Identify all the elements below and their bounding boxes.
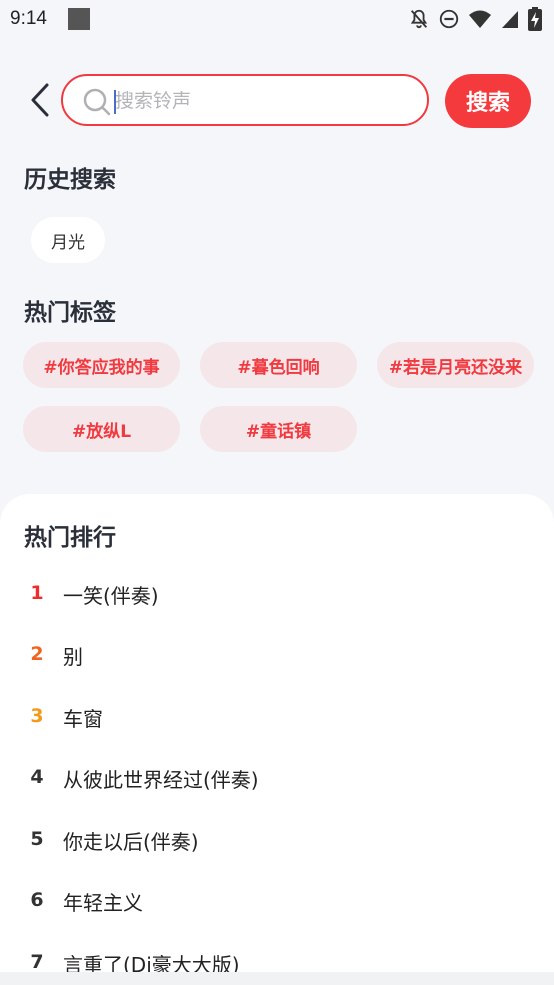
signal-icon bbox=[500, 8, 520, 30]
rank-song-name: 别 bbox=[63, 645, 83, 669]
back-arrow-icon bbox=[30, 83, 50, 121]
search-icon bbox=[83, 88, 111, 116]
ranking-row[interactable]: 1 一笑(伴奏) bbox=[0, 572, 554, 616]
ranking-row[interactable]: 4 从彼此世界经过(伴奏) bbox=[0, 756, 554, 800]
ranking-row[interactable]: 5 你走以后(伴奏) bbox=[0, 818, 554, 862]
history-title: 历史搜索 bbox=[24, 167, 116, 193]
ranking-row[interactable]: 3 车窗 bbox=[0, 695, 554, 739]
do-not-disturb-icon bbox=[438, 8, 460, 30]
search-button[interactable]: 搜索 bbox=[445, 74, 531, 128]
wifi-icon bbox=[468, 8, 492, 30]
ranking-row[interactable]: 7 言重了(Dj豪大大版) bbox=[0, 941, 554, 972]
rank-number: 2 bbox=[30, 643, 44, 665]
tag-chip[interactable]: #放纵L bbox=[23, 406, 180, 452]
rank-song-name: 一笑(伴奏) bbox=[63, 584, 159, 608]
rank-number: 7 bbox=[30, 951, 44, 972]
status-bar: 9:14 bbox=[0, 0, 554, 40]
rank-number: 6 bbox=[30, 889, 44, 911]
ranking-title: 热门排行 bbox=[24, 525, 116, 551]
notifications-off-icon bbox=[408, 8, 430, 30]
status-icons bbox=[408, 7, 542, 31]
tag-chip[interactable]: #童话镇 bbox=[200, 406, 357, 452]
rank-number: 4 bbox=[30, 766, 44, 788]
rank-song-name: 车窗 bbox=[63, 707, 103, 731]
text-cursor bbox=[114, 90, 116, 114]
history-chip[interactable]: 月光 bbox=[31, 217, 105, 263]
hot-tags-title: 热门标签 bbox=[24, 300, 116, 326]
rank-song-name: 年轻主义 bbox=[63, 891, 143, 915]
ranking-row[interactable]: 6 年轻主义 bbox=[0, 879, 554, 923]
status-time: 9:14 bbox=[10, 8, 47, 29]
tag-chip[interactable]: #若是月亮还没来 bbox=[377, 342, 534, 388]
rank-song-name: 从彼此世界经过(伴奏) bbox=[63, 768, 259, 792]
search-box[interactable] bbox=[61, 74, 429, 126]
rank-song-name: 言重了(Dj豪大大版) bbox=[63, 953, 240, 972]
notification-square-icon bbox=[68, 8, 90, 30]
rank-number: 5 bbox=[30, 828, 44, 850]
ranking-row[interactable]: 2 别 bbox=[0, 633, 554, 677]
rank-number: 1 bbox=[30, 582, 44, 604]
back-button[interactable] bbox=[24, 82, 56, 122]
battery-charging-icon bbox=[528, 7, 542, 31]
tag-chip[interactable]: #你答应我的事 bbox=[23, 342, 180, 388]
search-input[interactable] bbox=[115, 86, 415, 116]
bottom-bar bbox=[0, 972, 554, 985]
rank-number: 3 bbox=[30, 705, 44, 727]
ranking-panel: 热门排行 1 一笑(伴奏) 2 别 3 车窗 4 从彼此世界经过(伴奏) 5 你… bbox=[0, 494, 554, 972]
rank-song-name: 你走以后(伴奏) bbox=[63, 830, 199, 854]
tag-chip[interactable]: #暮色回响 bbox=[200, 342, 357, 388]
